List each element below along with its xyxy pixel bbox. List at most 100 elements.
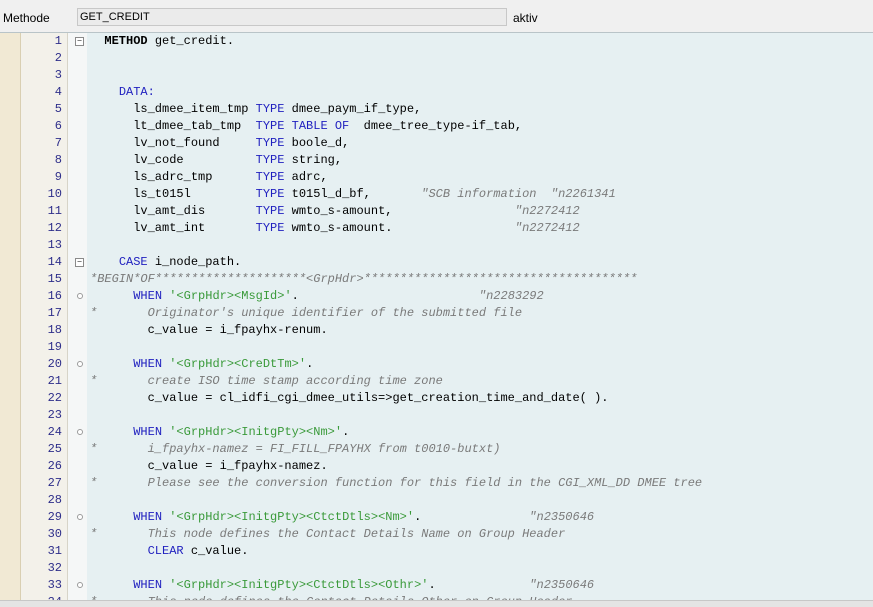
code-line[interactable]: 29 WHEN '<GrpHdr><InitgPty><CtctDtls><Nm… <box>0 509 873 526</box>
code-line[interactable]: 22 c_value = cl_idfi_cgi_dmee_utils=>get… <box>0 390 873 407</box>
code-line[interactable]: 24 WHEN '<GrpHdr><InitgPty><Nm>'. <box>0 424 873 441</box>
code-text: lv_amt_int TYPE wmto_s-amount. "n2272412 <box>90 221 580 235</box>
line-number: 3 <box>54 68 62 82</box>
code-line[interactable]: 14− CASE i_node_path. <box>0 254 873 271</box>
method-label: Methode <box>3 11 50 25</box>
code-line[interactable]: 5 ls_dmee_item_tmp TYPE dmee_paym_if_typ… <box>0 101 873 118</box>
line-number: 7 <box>54 136 62 150</box>
code-line[interactable]: 27 * Please see the conversion function f… <box>0 475 873 492</box>
code-text: lt_dmee_tab_tmp TYPE TABLE OF dmee_tree_… <box>90 119 523 133</box>
line-number: 5 <box>54 102 62 116</box>
status-text: aktiv <box>513 11 538 25</box>
code-text: * Please see the conversion function for… <box>90 476 703 490</box>
code-line[interactable]: 17 * Originator's unique identifier of th… <box>0 305 873 322</box>
code-line[interactable]: 6 lt_dmee_tab_tmp TYPE TABLE OF dmee_tre… <box>0 118 873 135</box>
code-text: * create ISO time stamp according time z… <box>90 374 443 388</box>
line-number: 31 <box>47 544 62 558</box>
line-number: 8 <box>54 153 62 167</box>
code-line[interactable]: 7 lv_not_found TYPE boole_d, <box>0 135 873 152</box>
code-text: WHEN '<GrpHdr><InitgPty><Nm>'. <box>133 425 350 439</box>
code-text: * This node defines the Contact Details … <box>90 527 566 541</box>
line-number: 17 <box>47 306 62 320</box>
code-text: WHEN '<GrpHdr><InitgPty><CtctDtls><Othr>… <box>133 578 595 592</box>
code-editor[interactable]: 1− METHOD get_credit. 2 3 4 DATA: 5 ls_dmee_… <box>0 32 873 601</box>
code-line[interactable]: 2 <box>0 50 873 67</box>
code-line[interactable]: 25 * i_fpayhx-namez = FI_FILL_FPAYHX from… <box>0 441 873 458</box>
code-text: WHEN '<GrpHdr><CreDtTm>'. <box>133 357 314 371</box>
line-number: 25 <box>47 442 62 456</box>
code-line[interactable]: 13 <box>0 237 873 254</box>
code-line[interactable]: 9 ls_adrc_tmp TYPE adrc, <box>0 169 873 186</box>
line-number: 32 <box>47 561 62 575</box>
code-line[interactable]: 20 WHEN '<GrpHdr><CreDtTm>'. <box>0 356 873 373</box>
code-line[interactable]: 26 c_value = i_fpayhx-namez. <box>0 458 873 475</box>
code-text: CASE i_node_path. <box>118 255 242 269</box>
line-number: 16 <box>47 289 62 303</box>
line-number: 29 <box>47 510 62 524</box>
code-text: * i_fpayhx-namez = FI_FILL_FPAYHX from t… <box>90 442 501 456</box>
code-text: *BEGIN*OF*********************<GrpHdr>**… <box>90 272 638 286</box>
code-line[interactable]: 23 <box>0 407 873 424</box>
line-number: 20 <box>47 357 62 371</box>
line-number: 33 <box>47 578 62 592</box>
block-marker-icon <box>68 577 87 594</box>
block-marker-icon <box>68 424 87 441</box>
code-line[interactable]: 18 c_value = i_fpayhx-renum. <box>0 322 873 339</box>
code-line[interactable]: 10 ls_t015l TYPE t015l_d_bf, "SCB inform… <box>0 186 873 203</box>
block-marker-icon <box>68 288 87 305</box>
code-text: ls_dmee_item_tmp TYPE dmee_paym_if_type, <box>90 102 422 116</box>
code-text: ls_adrc_tmp TYPE adrc, <box>90 170 328 184</box>
code-text: WHEN '<GrpHdr><MsgId>'. "n2283292 <box>133 289 544 303</box>
line-number: 14 <box>47 255 62 269</box>
method-header: Methode GET_CREDIT aktiv <box>0 0 873 32</box>
line-number: 10 <box>47 187 62 201</box>
code-line[interactable]: 16 WHEN '<GrpHdr><MsgId>'. "n2283292 <box>0 288 873 305</box>
code-line[interactable]: 32 <box>0 560 873 577</box>
code-line[interactable]: 4 DATA: <box>0 84 873 101</box>
code-line[interactable]: 28 <box>0 492 873 509</box>
code-line[interactable]: 31 CLEAR c_value. <box>0 543 873 560</box>
line-number: 28 <box>47 493 62 507</box>
method-name-field[interactable]: GET_CREDIT <box>77 8 507 26</box>
block-marker-icon <box>68 509 87 526</box>
line-number: 24 <box>47 425 62 439</box>
code-line[interactable]: 8 lv_code TYPE string, <box>0 152 873 169</box>
code-text: c_value = cl_idfi_cgi_dmee_utils=>get_cr… <box>90 391 609 405</box>
line-number: 22 <box>47 391 62 405</box>
code-text: lv_not_found TYPE boole_d, <box>90 136 350 150</box>
line-number: 19 <box>47 340 62 354</box>
line-number: 2 <box>54 51 62 65</box>
line-number: 23 <box>47 408 62 422</box>
line-number: 6 <box>54 119 62 133</box>
code-line[interactable]: 30 * This node defines the Contact Detail… <box>0 526 873 543</box>
line-number: 27 <box>47 476 62 490</box>
line-number: 26 <box>47 459 62 473</box>
code-line[interactable]: 33 WHEN '<GrpHdr><InitgPty><CtctDtls><Ot… <box>0 577 873 594</box>
code-text: CLEAR c_value. <box>147 544 249 558</box>
code-text: DATA: <box>118 85 155 99</box>
code-line[interactable]: 11 lv_amt_dis TYPE wmto_s-amount, "n2272… <box>0 203 873 220</box>
line-number: 11 <box>47 204 62 218</box>
code-text: WHEN '<GrpHdr><InitgPty><CtctDtls><Nm>'.… <box>133 510 595 524</box>
code-line[interactable]: 19 <box>0 339 873 356</box>
line-number: 30 <box>47 527 62 541</box>
line-number: 18 <box>47 323 62 337</box>
code-line[interactable]: 15 *BEGIN*OF*********************<GrpHdr>… <box>0 271 873 288</box>
code-line[interactable]: 12 lv_amt_int TYPE wmto_s-amount. "n2272… <box>0 220 873 237</box>
collapse-block-icon[interactable]: − <box>68 254 87 271</box>
line-number: 15 <box>47 272 62 286</box>
code-line[interactable]: 21 * create ISO time stamp according time… <box>0 373 873 390</box>
collapse-block-icon[interactable]: − <box>68 33 87 50</box>
line-number: 4 <box>54 85 62 99</box>
line-number: 9 <box>54 170 62 184</box>
code-line[interactable]: 1− METHOD get_credit. <box>0 33 873 50</box>
line-number: 12 <box>47 221 62 235</box>
code-line[interactable]: 3 <box>0 67 873 84</box>
code-text: ls_t015l TYPE t015l_d_bf, "SCB informati… <box>90 187 616 201</box>
block-marker-icon <box>68 356 87 373</box>
code-text: c_value = i_fpayhx-namez. <box>90 459 328 473</box>
line-number: 1 <box>54 34 62 48</box>
code-text: METHOD get_credit. <box>104 34 235 48</box>
line-number: 21 <box>47 374 62 388</box>
code-text: c_value = i_fpayhx-renum. <box>90 323 328 337</box>
